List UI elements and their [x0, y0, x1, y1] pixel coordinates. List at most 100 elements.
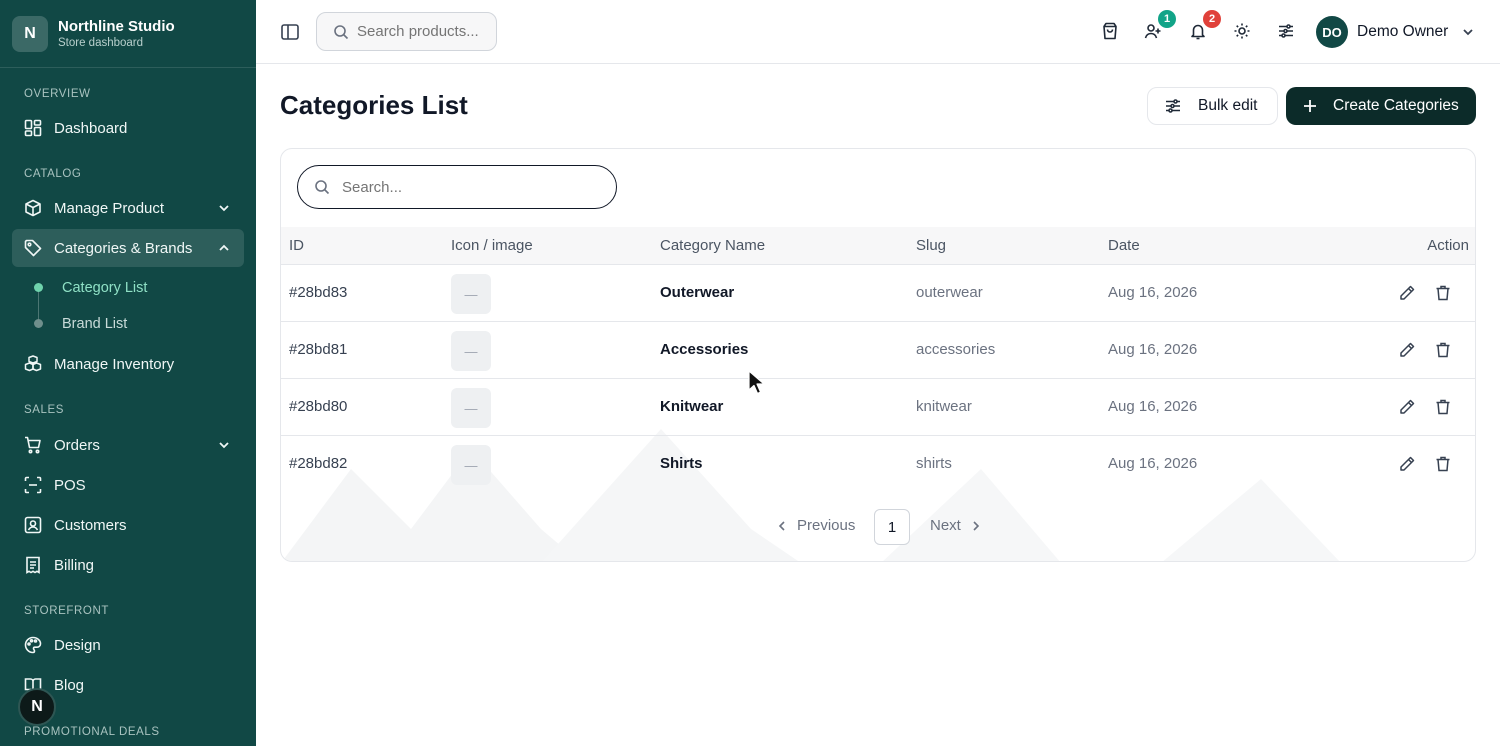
edit-icon[interactable]: [1397, 454, 1417, 474]
sidebar-item-label: Manage Product: [54, 199, 165, 217]
brand-logo: N: [12, 15, 48, 52]
plus-icon: [1304, 100, 1316, 112]
table-row[interactable]: #28bd82 — Shirts shirts Aug 16, 2026: [281, 436, 1475, 493]
category-slug: knitwear: [916, 398, 972, 415]
category-id: #28bd81: [289, 341, 348, 358]
category-image-placeholder: —: [451, 445, 491, 485]
brand-text: Northline Studio Store dashboard: [58, 18, 175, 49]
customers-notify-icon[interactable]: 1: [1142, 10, 1176, 42]
section-label-catalog: CATALOG: [24, 168, 82, 180]
mouse-cursor-icon: [748, 370, 765, 395]
table-row[interactable]: #28bd81 — Accessories accessories Aug 16…: [281, 322, 1475, 379]
billing-icon: [24, 556, 42, 574]
theme-toggle-icon[interactable]: [1231, 20, 1253, 42]
sidebar-item-label: Dashboard: [54, 119, 128, 137]
pos-icon: [24, 476, 42, 494]
palette-icon: [24, 636, 42, 654]
category-image-placeholder: —: [451, 331, 491, 371]
trash-icon[interactable]: [1433, 454, 1453, 474]
sidebar: N Northline Studio Store dashboard OVERV…: [0, 0, 256, 746]
sidebar-item-label: Blog: [54, 676, 85, 694]
create-categories-button[interactable]: Create Categories: [1286, 87, 1476, 125]
section-label-sales: SALES: [24, 404, 65, 416]
sidebar-item-label: Billing: [54, 556, 95, 574]
sidebar-item-label: Categories & Brands: [54, 239, 193, 257]
sidebar-item-design[interactable]: Design: [12, 626, 244, 664]
chevron-down-icon: [219, 442, 229, 449]
category-slug: outerwear: [916, 284, 983, 301]
sidebar-subitem-label: Category List: [62, 280, 148, 296]
sidebar-item-customers[interactable]: Customers: [12, 506, 244, 544]
chevron-left-icon: [778, 520, 785, 531]
chevron-down-icon: [1463, 29, 1473, 36]
trash-icon[interactable]: [1433, 340, 1453, 360]
category-image-placeholder: —: [451, 274, 491, 314]
page-number-button[interactable]: 1: [874, 509, 910, 545]
sidebar-item-pos[interactable]: POS: [12, 466, 244, 504]
category-search[interactable]: [297, 165, 617, 209]
customers-badge: 1: [1158, 10, 1176, 28]
bell-icon[interactable]: 2: [1187, 10, 1221, 42]
sidebar-item-manage-inventory[interactable]: Manage Inventory: [12, 345, 244, 383]
bulk-edit-label: Bulk edit: [1198, 97, 1258, 114]
sidebar-subitem-label: Brand List: [62, 316, 128, 332]
sidebar-item-label: Customers: [54, 516, 127, 534]
edit-icon[interactable]: [1397, 340, 1417, 360]
trash-icon[interactable]: [1433, 283, 1453, 303]
next-page-button[interactable]: Next: [930, 517, 983, 534]
brand-subtitle: Store dashboard: [58, 37, 144, 49]
sidebar-item-label: Orders: [54, 436, 100, 454]
search-icon: [333, 24, 349, 40]
avatar: DO: [1316, 16, 1348, 48]
chevron-right-icon: [973, 520, 979, 531]
sliders-icon: [1166, 99, 1180, 113]
active-dot-icon: [34, 283, 43, 292]
sidebar-toggle-icon[interactable]: [280, 22, 300, 42]
sidebar-subitem-brand-list[interactable]: Brand List: [0, 306, 256, 342]
sidebar-subitem-category-list[interactable]: Category List: [0, 270, 256, 306]
notifications-badge: 2: [1203, 10, 1221, 28]
inventory-icon: [24, 355, 42, 373]
column-header-action: Action: [1427, 237, 1469, 254]
category-date: Aug 16, 2026: [1108, 455, 1198, 472]
table-header: ID Icon / image Category Name Slug Date …: [281, 227, 1475, 265]
user-menu[interactable]: DO Demo Owner: [1316, 15, 1476, 49]
create-categories-label: Create Categories: [1333, 97, 1459, 114]
edit-icon[interactable]: [1397, 283, 1417, 303]
category-name: Knitwear: [660, 398, 724, 415]
next-label: Next: [930, 517, 961, 534]
categories-card: ID Icon / image Category Name Slug Date …: [280, 148, 1476, 562]
column-header-date[interactable]: Date: [1108, 237, 1140, 254]
sidebar-item-manage-product[interactable]: Manage Product: [12, 189, 244, 227]
product-search-input[interactable]: [357, 23, 487, 40]
sidebar-item-orders[interactable]: Orders: [12, 426, 244, 464]
bulk-edit-button[interactable]: Bulk edit: [1147, 87, 1278, 125]
section-label-storefront: STOREFRONT: [24, 605, 110, 617]
column-header-image[interactable]: Icon / image: [451, 237, 533, 254]
column-header-slug[interactable]: Slug: [916, 237, 946, 254]
user-name: Demo Owner: [1357, 23, 1449, 40]
previous-label: Previous: [797, 517, 856, 534]
column-header-id[interactable]: ID: [289, 237, 304, 254]
product-search[interactable]: [316, 12, 497, 51]
settings-sliders-icon[interactable]: [1275, 20, 1297, 42]
sidebar-item-dashboard[interactable]: Dashboard: [12, 109, 244, 147]
category-id: #28bd82: [289, 455, 348, 472]
previous-page-button[interactable]: Previous: [775, 517, 855, 534]
table-row[interactable]: #28bd80 — Knitwear knitwear Aug 16, 2026: [281, 379, 1475, 436]
brand-header[interactable]: N Northline Studio Store dashboard: [0, 0, 256, 68]
sidebar-item-billing[interactable]: Billing: [12, 546, 244, 584]
floating-app-button[interactable]: N: [18, 688, 56, 726]
pagination: Previous 1 Next: [281, 509, 1475, 545]
page-title: Categories List: [280, 90, 468, 120]
shopping-bag-icon[interactable]: [1099, 20, 1121, 42]
chevron-down-icon: [219, 205, 229, 212]
trash-icon[interactable]: [1433, 397, 1453, 417]
category-date: Aug 16, 2026: [1108, 341, 1198, 358]
category-search-input[interactable]: [342, 178, 602, 196]
edit-icon[interactable]: [1397, 397, 1417, 417]
table-row[interactable]: #28bd83 — Outerwear outerwear Aug 16, 20…: [281, 265, 1475, 322]
sidebar-item-categories-brands[interactable]: Categories & Brands: [12, 229, 244, 267]
category-date: Aug 16, 2026: [1108, 398, 1198, 415]
column-header-name[interactable]: Category Name: [660, 237, 765, 254]
